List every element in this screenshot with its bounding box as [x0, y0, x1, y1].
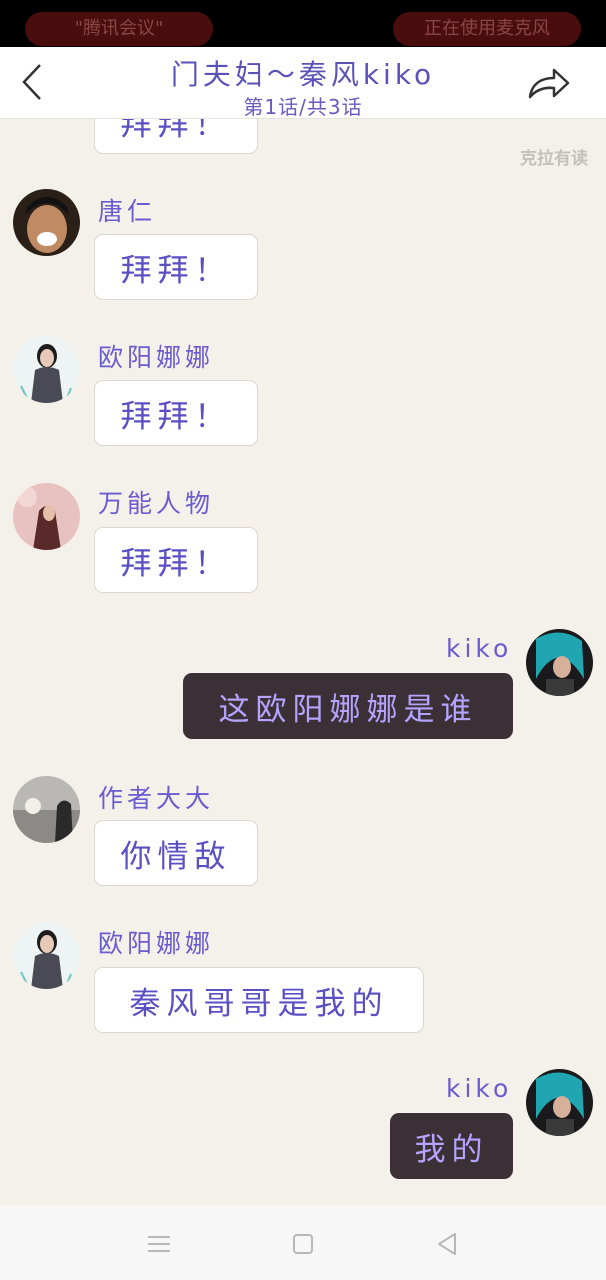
avatar-kiko-image [526, 1069, 593, 1136]
status-bar: "腾讯会议" 正在使用麦克风 [0, 0, 606, 47]
home-square-icon[interactable] [289, 1230, 317, 1258]
share-button-overlay[interactable] [524, 63, 572, 103]
message-bubble[interactable]: 拜拜！ [94, 234, 258, 300]
sender-name: kiko [446, 634, 513, 663]
sender-name: 欧阳娜娜 [98, 343, 215, 372]
microphone-in-use-pill[interactable]: 正在使用麦克风 [393, 12, 581, 46]
message-bubble[interactable]: 我的 [390, 1113, 513, 1179]
avatar-wanneng-image [13, 483, 80, 550]
avatar-ouyangnana-image [13, 336, 80, 403]
avatar[interactable] [13, 483, 80, 550]
chevron-left-icon [22, 64, 41, 100]
message-bubble[interactable]: 拜拜！ [94, 380, 258, 446]
sender-name: 万能人物 [98, 489, 215, 518]
tencent-meeting-pill[interactable]: "腾讯会议" [25, 12, 213, 46]
avatar-tangren-image [13, 189, 80, 256]
message-bubble[interactable]: 你情敌 [94, 820, 258, 886]
back-button-overlay[interactable] [14, 59, 54, 105]
message-bubble[interactable]: 这欧阳娜娜是谁 [183, 673, 513, 739]
avatar[interactable] [526, 1069, 593, 1136]
menu-icon[interactable] [145, 1230, 173, 1258]
story-title-overlay: 门夫妇～秦风kiko [170, 58, 436, 91]
message-bubble[interactable]: 秦风哥哥是我的 [94, 967, 424, 1033]
sender-name: 唐仁 [98, 197, 157, 226]
app-watermark: 克拉有读 [520, 149, 588, 169]
system-nav-bar [0, 1206, 606, 1280]
episode-indicator-overlay: 第1话/共3话 [243, 95, 363, 119]
avatar-kiko-image [526, 629, 593, 696]
avatar-author-image [13, 776, 80, 843]
avatar[interactable] [13, 189, 80, 256]
share-arrow-icon [528, 68, 570, 99]
avatar-ouyangnana-image [13, 922, 80, 989]
avatar[interactable] [13, 336, 80, 403]
sender-name: 欧阳娜娜 [98, 929, 215, 958]
sender-name: 作者大大 [98, 784, 215, 813]
avatar[interactable] [13, 922, 80, 989]
avatar[interactable] [13, 776, 80, 843]
avatar[interactable] [526, 629, 593, 696]
sender-name: kiko [446, 1074, 513, 1103]
back-triangle-icon[interactable] [433, 1230, 461, 1258]
message-bubble[interactable]: 拜拜！ [94, 527, 258, 593]
